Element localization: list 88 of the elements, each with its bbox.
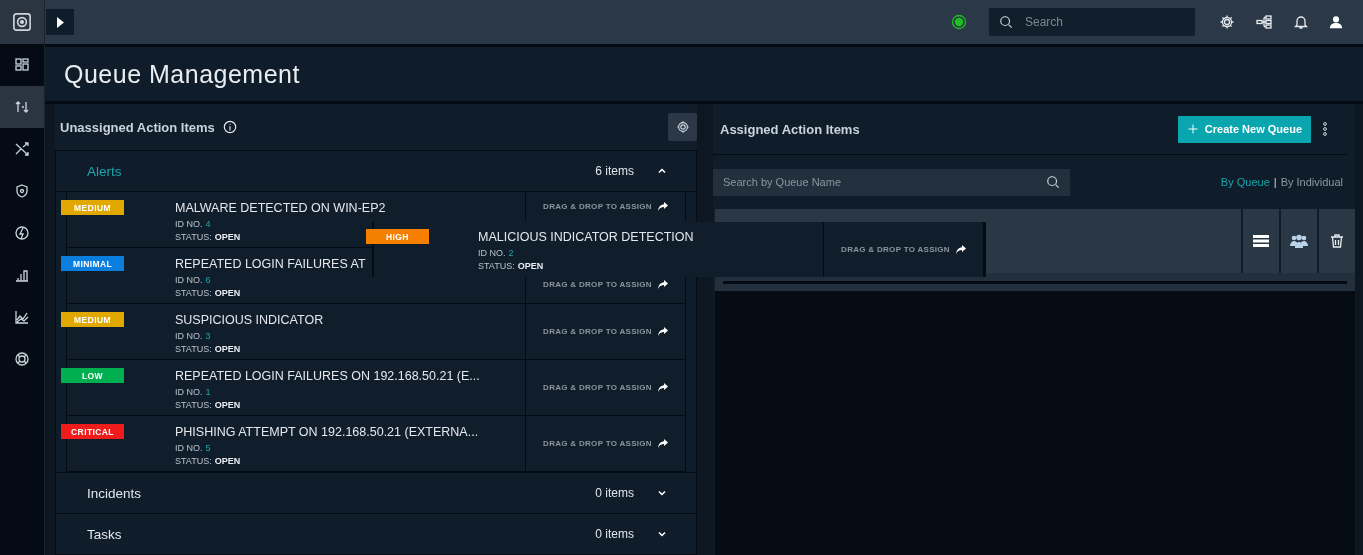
id-label: ID NO.: [478, 248, 506, 258]
item-title: PHISHING ATTEMPT ON 192.168.50.21 (EXTERNA...: [175, 425, 479, 439]
bell-icon: [1293, 14, 1309, 30]
item-title: REPEATED LOGIN FAILURES AT: [175, 257, 366, 271]
item-title: MALWARE DETECTED ON WIN-EP2: [175, 201, 386, 215]
page-title: Queue Management: [45, 47, 1363, 104]
view-toggle[interactable]: By Queue: [1220, 176, 1270, 188]
status-value: OPEN: [214, 456, 241, 466]
shuffle-icon: [14, 141, 30, 157]
drag-drop-button[interactable]: DRAG & DROP TO ASSIGN: [823, 222, 983, 277]
panel-title: Assigned Action Items: [720, 121, 860, 137]
share-arrow-icon: [657, 383, 668, 392]
search-icon: [1046, 175, 1060, 189]
share-arrow-icon: [657, 439, 668, 448]
search-icon: [999, 15, 1013, 29]
status-label: STATUS:: [478, 261, 515, 271]
queue-search-field[interactable]: Search by Queue Name: [713, 168, 1070, 196]
status-icon: [951, 14, 967, 30]
share-arrow-icon: [955, 245, 966, 254]
shield-icon: [14, 183, 30, 199]
drag-drop-button[interactable]: DRAG & DROP TO ASSIGN: [525, 360, 685, 415]
dashboard-icon: [14, 57, 30, 73]
status-label: STATUS:: [175, 232, 212, 242]
severity-badge: MEDIUM: [61, 200, 124, 215]
user-button[interactable]: [1329, 15, 1343, 29]
status-value: OPEN: [214, 232, 241, 242]
panel-title: Unassigned Action Items: [60, 119, 215, 135]
status-label: STATUS:: [175, 288, 212, 298]
info-icon: [222, 120, 237, 134]
drag-drop-button[interactable]: DRAG & DROP TO ASSIGN: [525, 304, 685, 359]
item-title: SUSPICIOUS INDICATOR: [175, 313, 324, 327]
id-label: ID NO.: [175, 331, 203, 341]
id-number: 4: [205, 219, 211, 229]
group-icon: [1290, 234, 1308, 248]
section-title[interactable]: Incidents: [87, 485, 596, 501]
id-number: 1: [205, 387, 211, 397]
drag-preview-tooltip[interactable]: HIGH MALICIOUS INDICATOR DETECTION ID NO. 2 STATUS: OPEN DRAG & DROP TO ASSIGN: [366, 222, 986, 277]
status-label: STATUS:: [175, 400, 212, 410]
share-arrow-icon: [657, 202, 668, 211]
severity-badge: LOW: [61, 368, 124, 383]
id-label: ID NO.: [175, 387, 203, 397]
more-menu-button[interactable]: [1323, 122, 1327, 136]
severity-badge: MEDIUM: [61, 312, 124, 327]
hierarchy-button[interactable]: [1255, 14, 1273, 30]
bar-chart-icon: [14, 267, 30, 283]
hierarchy-icon: [1255, 14, 1273, 30]
id-label: ID NO.: [175, 275, 203, 285]
id-number: 3: [205, 331, 211, 341]
view-toggle[interactable]: By Individual: [1280, 176, 1343, 188]
item-count: 0 items: [595, 486, 634, 500]
expand-button[interactable]: [46, 9, 74, 35]
drag-drop-button[interactable]: DRAG & DROP TO ASSIGN: [525, 416, 685, 471]
line-chart-icon: [14, 309, 30, 325]
id-number: 5: [205, 443, 211, 453]
status-value: OPEN: [214, 288, 241, 298]
id-number: 6: [205, 275, 211, 285]
status-value: OPEN: [214, 344, 241, 354]
notifications-button[interactable]: [1293, 14, 1309, 30]
item-title: REPEATED LOGIN FAILURES ON 192.168.50.21 (E...: [175, 369, 480, 383]
user-icon: [1329, 15, 1343, 29]
status-label: STATUS:: [175, 344, 212, 354]
section-title[interactable]: Tasks: [87, 526, 596, 542]
sort-arrows-icon: [14, 99, 30, 115]
id-label: ID NO.: [175, 443, 203, 453]
list-icon: [1253, 234, 1269, 248]
logo-icon: [12, 12, 32, 32]
id-number: 2: [508, 248, 514, 258]
severity-badge: MINIMAL: [61, 256, 124, 271]
status-value: OPEN: [214, 400, 241, 410]
severity-badge: HIGH: [366, 229, 429, 244]
item-count: 6 items: [595, 164, 634, 178]
trash-icon: [1329, 233, 1345, 249]
item-count: 0 items: [595, 527, 634, 541]
severity-badge: CRITICAL: [61, 424, 124, 439]
status-label: STATUS:: [175, 456, 212, 466]
id-label: ID NO.: [175, 219, 203, 229]
bolt-icon: [14, 225, 30, 241]
status-value: OPEN: [517, 261, 544, 271]
share-arrow-icon: [657, 327, 668, 336]
play-icon: [56, 16, 64, 28]
separator: |: [1273, 176, 1277, 188]
share-arrow-icon: [657, 280, 668, 289]
search-field[interactable]: Search: [989, 8, 1195, 36]
settings-button[interactable]: [668, 113, 697, 141]
more-icon: [1323, 122, 1327, 136]
plus-icon: [1186, 123, 1199, 135]
section-title[interactable]: Alerts: [87, 163, 596, 179]
lifebuoy-icon: [14, 351, 30, 367]
